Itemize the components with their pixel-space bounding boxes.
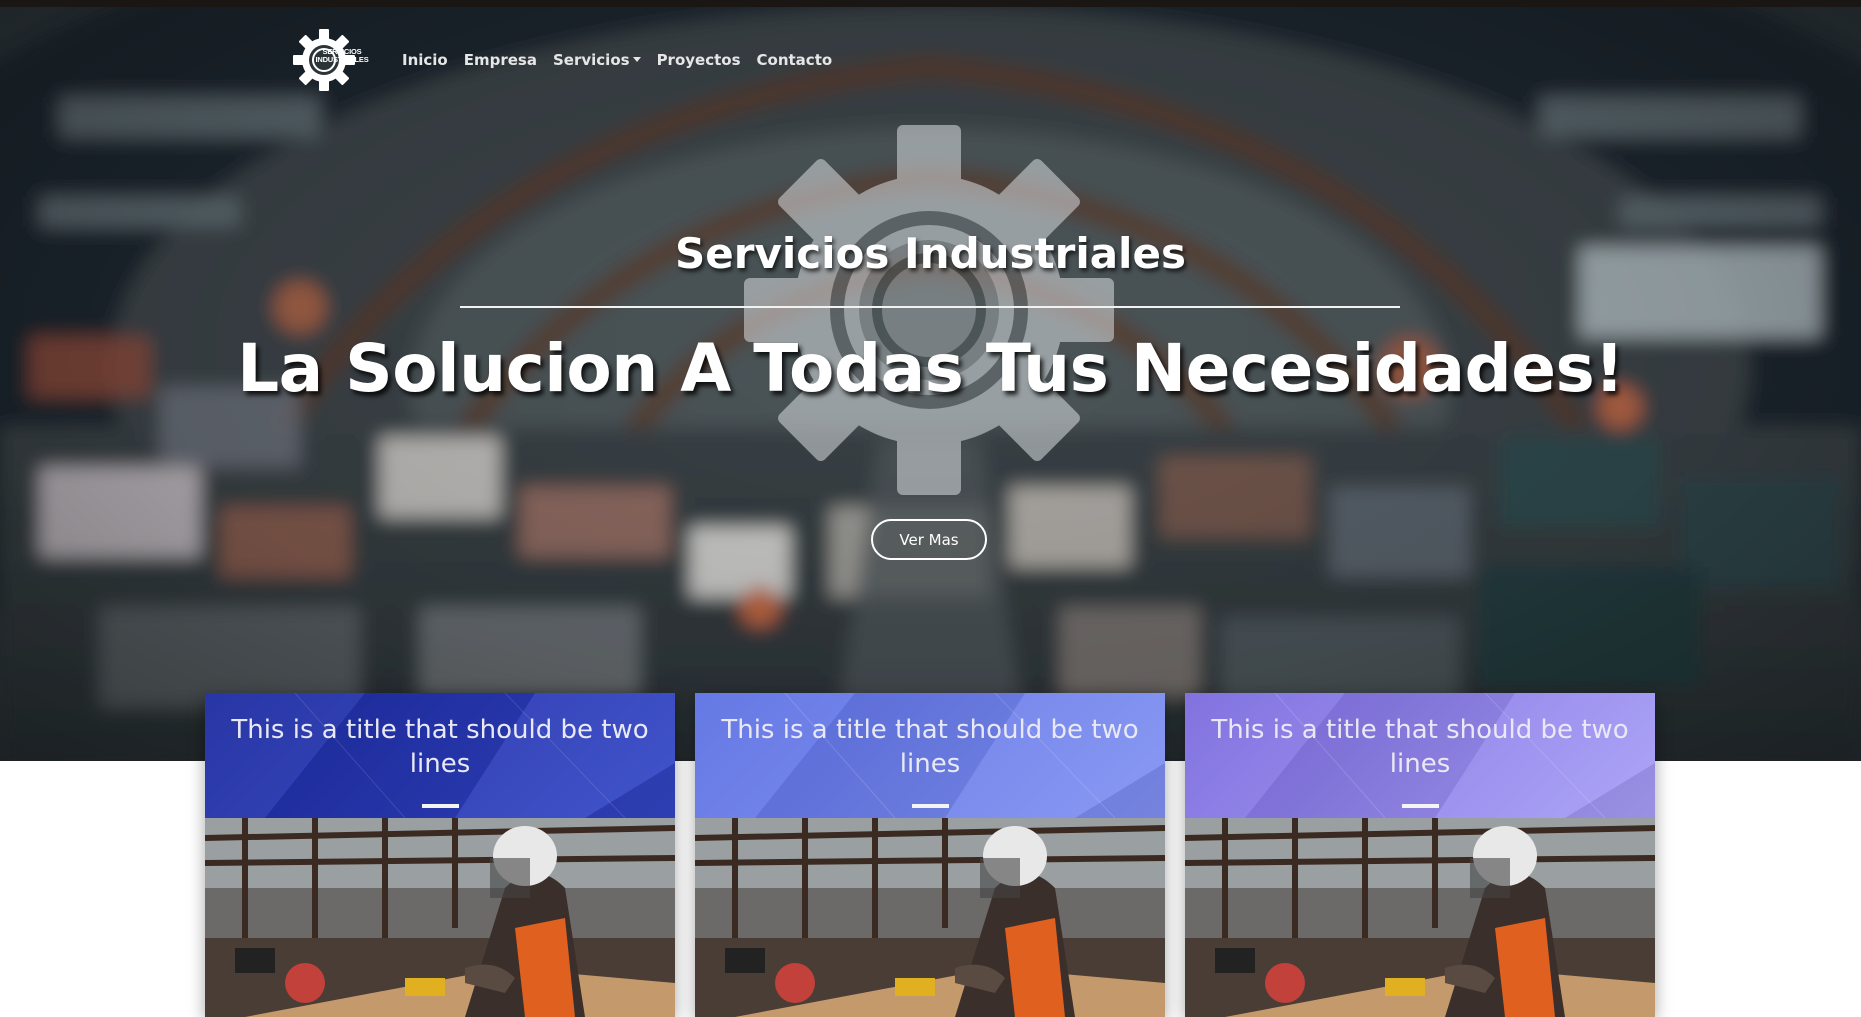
card-underline: [422, 804, 459, 808]
card-header: This is a title that should be two lines: [205, 693, 675, 818]
card-title: This is a title that should be two lines: [721, 715, 1139, 779]
card-title: This is a title that should be two lines: [1211, 715, 1629, 779]
nav-link-servicios[interactable]: Servicios: [545, 45, 649, 75]
navbar: SERVICIOS INDUSTRIALES Inicio Empresa Se…: [292, 25, 840, 95]
hero-subtitle: Servicios Industriales: [675, 229, 1186, 278]
nav-link-proyectos[interactable]: Proyectos: [649, 45, 749, 75]
nav-link-inicio[interactable]: Inicio: [394, 45, 456, 75]
card-title: This is a title that should be two lines: [231, 715, 649, 779]
caret-down-icon: [632, 57, 641, 62]
hero-divider: [460, 306, 1400, 308]
service-card[interactable]: This is a title that should be two lines: [1185, 693, 1655, 1017]
brand-logo[interactable]: SERVICIOS INDUSTRIALES: [292, 28, 369, 92]
brand-text: SERVICIOS INDUSTRIALES: [315, 47, 369, 64]
card-header: This is a title that should be two lines: [1185, 693, 1655, 818]
nav-links: Inicio Empresa Servicios Proyectos Conta…: [394, 45, 840, 75]
nav-link-empresa[interactable]: Empresa: [456, 45, 545, 75]
gear-watermark-icon: [744, 125, 1114, 495]
service-card[interactable]: This is a title that should be two lines: [695, 693, 1165, 1017]
card-underline: [1402, 804, 1439, 808]
hero-section: SERVICIOS INDUSTRIALES Inicio Empresa Se…: [0, 7, 1861, 761]
ver-mas-button[interactable]: Ver Mas: [871, 519, 987, 560]
nav-link-contacto[interactable]: Contacto: [749, 45, 841, 75]
card-underline: [912, 804, 949, 808]
worker-photo: [1185, 818, 1655, 1017]
nav-link-servicios-label: Servicios: [553, 51, 630, 69]
top-strip: [0, 0, 1861, 7]
worker-photo: [205, 818, 675, 1017]
service-card[interactable]: This is a title that should be two lines: [205, 693, 675, 1017]
hero-title: La Solucion A Todas Tus Necesidades!: [237, 330, 1624, 407]
card-header: This is a title that should be two lines: [695, 693, 1165, 818]
worker-photo: [695, 818, 1165, 1017]
